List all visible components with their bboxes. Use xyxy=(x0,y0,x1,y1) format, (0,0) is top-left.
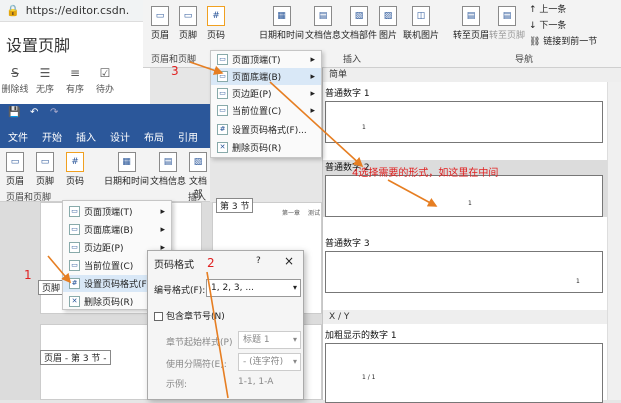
arrow-to-gallery xyxy=(269,81,364,168)
arrow-step2 xyxy=(206,271,229,399)
arrow-step4 xyxy=(387,179,438,207)
annotation-arrows xyxy=(47,61,438,399)
arrow-step1 xyxy=(47,255,72,284)
arrow-step3 xyxy=(189,61,224,75)
